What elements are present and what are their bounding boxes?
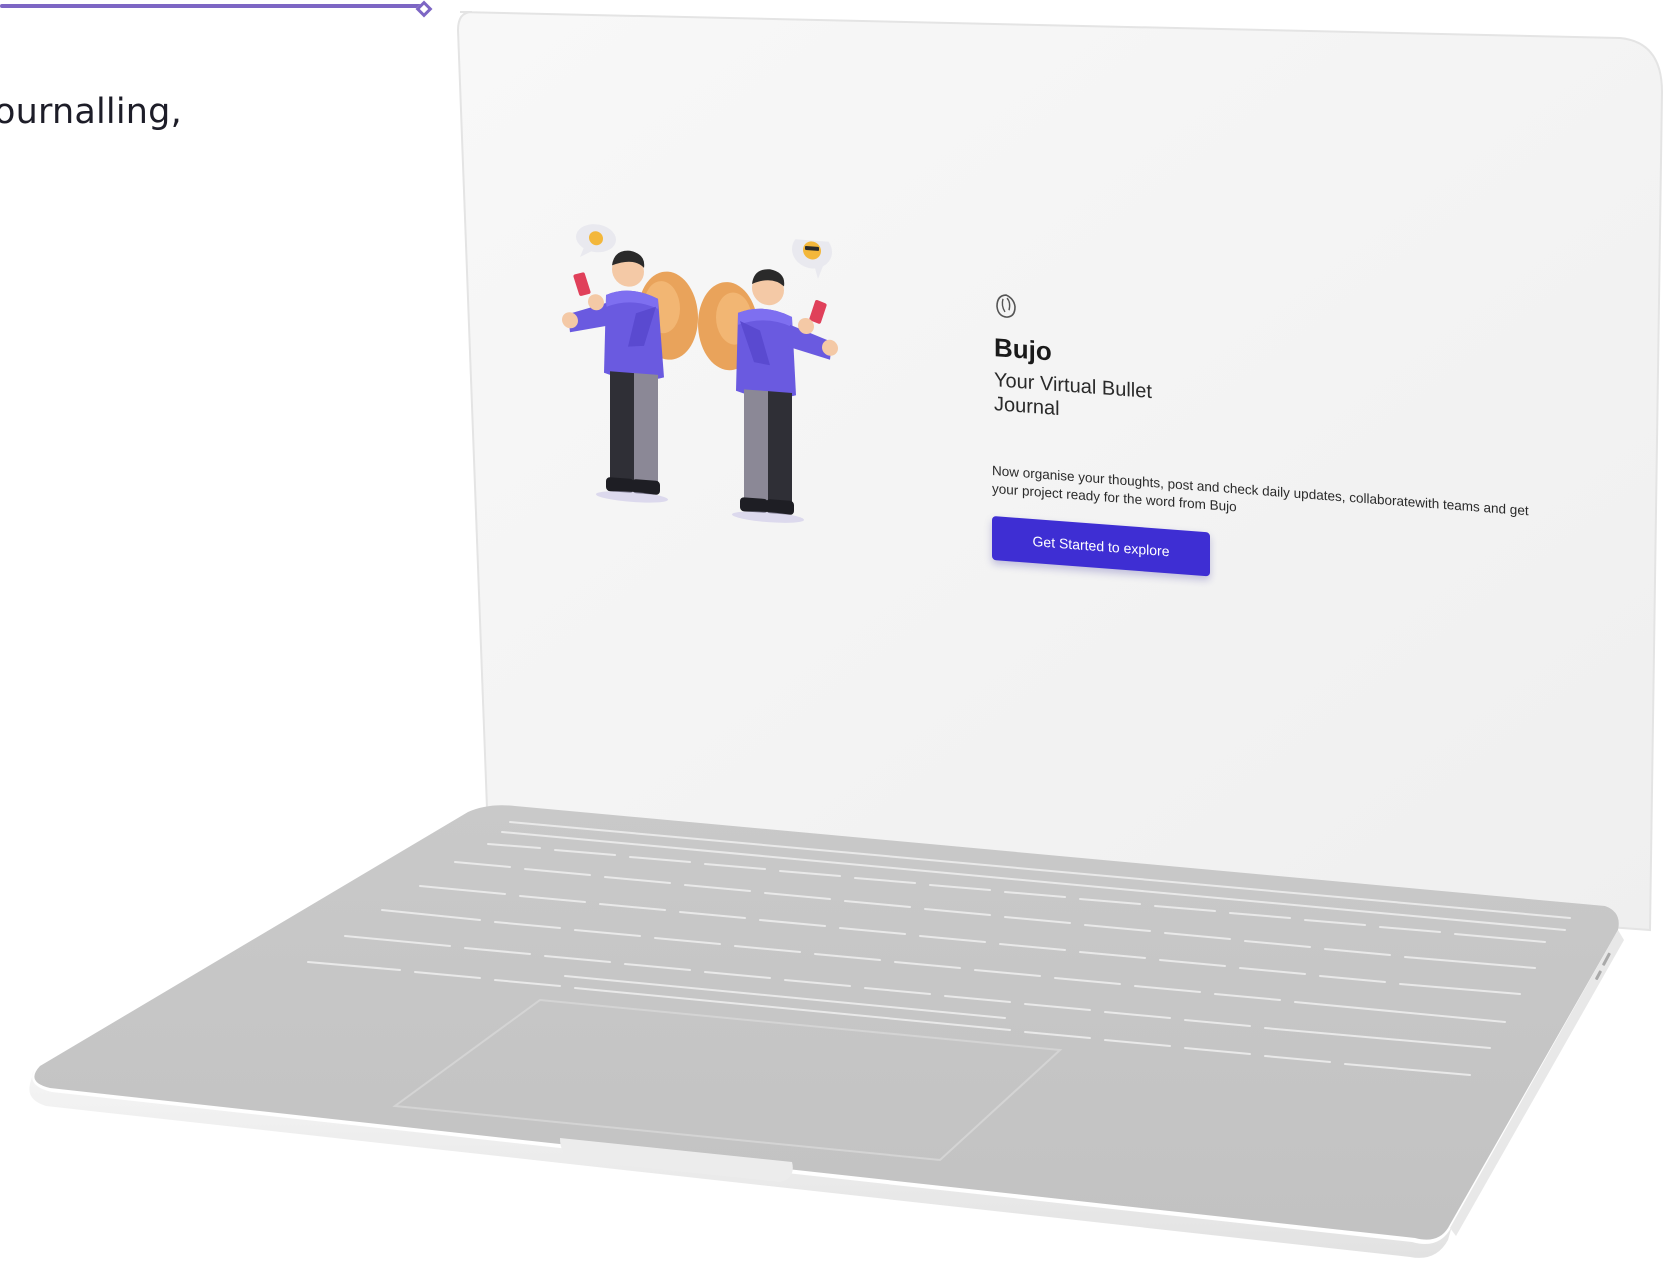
get-started-button[interactable]: Get Started to explore <box>992 515 1210 577</box>
app-tagline: Your Virtual Bullet Journal <box>994 369 1152 421</box>
app-title: Bujo <box>994 332 1052 367</box>
hero-illustration <box>562 224 838 523</box>
mockup-stage: ournalling, Bujo Your Virtual Bullet Jou… <box>0 0 1676 1262</box>
laptop-screen: Bujo Your Virtual Bullet Journal Now org… <box>540 220 1529 714</box>
person-left-illustration <box>562 224 698 503</box>
person-right-illustration <box>698 232 838 523</box>
bujo-logo-icon <box>996 294 1016 318</box>
